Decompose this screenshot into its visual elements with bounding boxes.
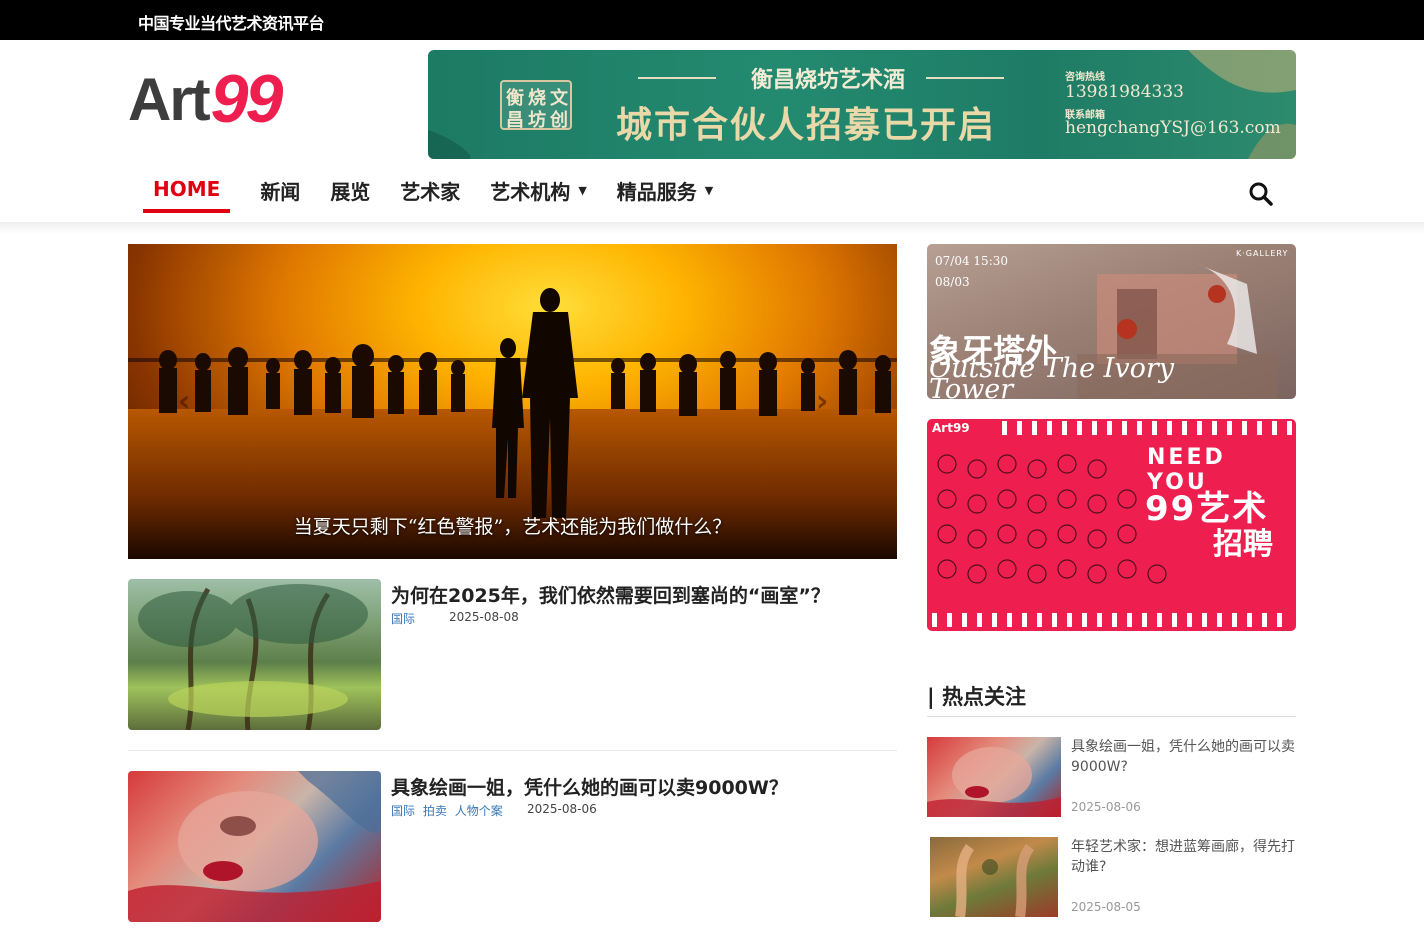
hot-item-title[interactable]: 年轻艺术家：想进蓝筹画廊，得先打动谁? [1071, 837, 1296, 877]
hot-item-thumbnail[interactable] [927, 737, 1061, 817]
caret-down-icon: ▼ [578, 184, 587, 197]
banner-rule-right [926, 77, 1004, 79]
post-date: 2025-08-08 [449, 610, 519, 624]
post-category-link[interactable]: 国际 [391, 612, 415, 626]
nav-item-news[interactable]: 新闻 [260, 168, 300, 213]
banner-hotline-label: 咨询热线 [1065, 72, 1105, 83]
slider-image-figures [492, 288, 578, 518]
hot-topics-divider [927, 716, 1296, 717]
post-title[interactable]: 具象绘画一姐，凭什么她的画可以卖9000W？ [391, 773, 788, 800]
nav-item-home[interactable]: HOME [143, 168, 231, 213]
hot-item-date: 2025-08-06 [1071, 800, 1141, 814]
hot-item-thumbnail[interactable] [930, 837, 1058, 917]
site-tagline: 中国专业当代艺术资讯平台 [138, 14, 325, 33]
site-logo[interactable]: Art 99 [128, 61, 283, 137]
search-icon[interactable] [1248, 181, 1274, 207]
nav-item-institutions[interactable]: 艺术机构 ▼ [490, 168, 586, 213]
post-date: 2025-08-06 [527, 802, 597, 816]
post-categories: 国际 [391, 610, 419, 627]
hot-item: 年轻艺术家：想进蓝筹画廊，得先打动谁? 2025-08-05 [927, 837, 1296, 917]
banner-headline: 城市合伙人招募已开启 [616, 104, 997, 146]
post-categories: 国际 拍卖 人物个案 [391, 802, 507, 819]
main-nav: HOME 新闻 展览 艺术家 艺术机构 ▼ 精品服务 ▼ [143, 168, 743, 214]
hot-thumbnail-painting [927, 747, 1061, 817]
post-item: 具象绘画一姐，凭什么她的画可以卖9000W？ 国际 拍卖 人物个案 2025-0… [128, 771, 897, 922]
hot-item: 具象绘画一姐，凭什么她的画可以卖9000W? 2025-08-06 [927, 737, 1296, 817]
logo-text-art: Art [128, 65, 211, 133]
post-thumbnail[interactable] [128, 771, 381, 922]
ad-title-line2: 招聘 [1213, 527, 1273, 562]
banner-phone: 13981984333 [1065, 82, 1184, 102]
slider-prev-icon[interactable]: ‹ [178, 384, 190, 419]
slider-caption[interactable]: 当夏天只剩下“红色警报”，艺术还能为我们做什么？ [128, 512, 897, 539]
sidebar-ad-exhibition[interactable]: 07/04 15:30 08/03 K·GALLERY 象牙塔外 Outside… [927, 244, 1296, 399]
sidebar-ad-recruit[interactable]: Art99 NEED YOU 99艺术 招聘 [927, 419, 1296, 631]
hot-thumbnail-painting [955, 844, 1035, 917]
slider-next-icon[interactable]: › [816, 384, 828, 419]
hot-item-title[interactable]: 具象绘画一姐，凭什么她的画可以卖9000W? [1071, 737, 1296, 777]
ad-date-end: 08/03 [935, 275, 970, 289]
ad-date-start: 07/04 15:30 [935, 254, 1009, 268]
nav-shadow-divider [0, 222, 1424, 234]
header-banner-ad[interactable]: 衡 烧 文 昌 坊 创 衡昌烧坊艺术酒 城市合伙人招募已开启 咨询热线 1398… [428, 50, 1296, 159]
post-category-link[interactable]: 人物个案 [455, 804, 503, 818]
post-item: 为何在2025年，我们依然需要回到塞尚的“画室”？ 国际 2025-08-08 [128, 579, 897, 730]
caret-down-icon: ▼ [704, 184, 714, 197]
post-thumbnail-painting [138, 584, 368, 730]
banner-email: hengchangYSJ@163.com [1065, 118, 1281, 138]
ad-gallery-name: K·GALLERY [1236, 249, 1289, 258]
hero-slider[interactable]: ‹ › 当夏天只剩下“红色警报”，艺术还能为我们做什么？ [128, 244, 897, 559]
nav-item-services[interactable]: 精品服务 ▼ [617, 168, 713, 213]
post-thumbnail-painting [128, 771, 381, 922]
top-bar: 中国专业当代艺术资讯平台 [0, 0, 1424, 40]
banner-brand-mark: 衡 烧 文 昌 坊 创 [500, 80, 572, 131]
nav-item-exhibitions[interactable]: 展览 [330, 168, 370, 213]
post-divider [128, 750, 897, 751]
hot-item-date: 2025-08-05 [1071, 900, 1141, 914]
post-category-link[interactable]: 拍卖 [423, 804, 447, 818]
logo-text-99: 99 [210, 61, 284, 137]
post-category-link[interactable]: 国际 [391, 804, 415, 818]
post-thumbnail[interactable] [128, 579, 381, 730]
ad-title-en-2: Tower [929, 374, 1014, 399]
nav-item-artists[interactable]: 艺术家 [400, 168, 460, 213]
ad-brand: Art99 [932, 421, 970, 435]
hot-topics-heading: | 热点关注 [927, 685, 1026, 709]
post-title[interactable]: 为何在2025年，我们依然需要回到塞尚的“画室”？ [391, 581, 830, 608]
